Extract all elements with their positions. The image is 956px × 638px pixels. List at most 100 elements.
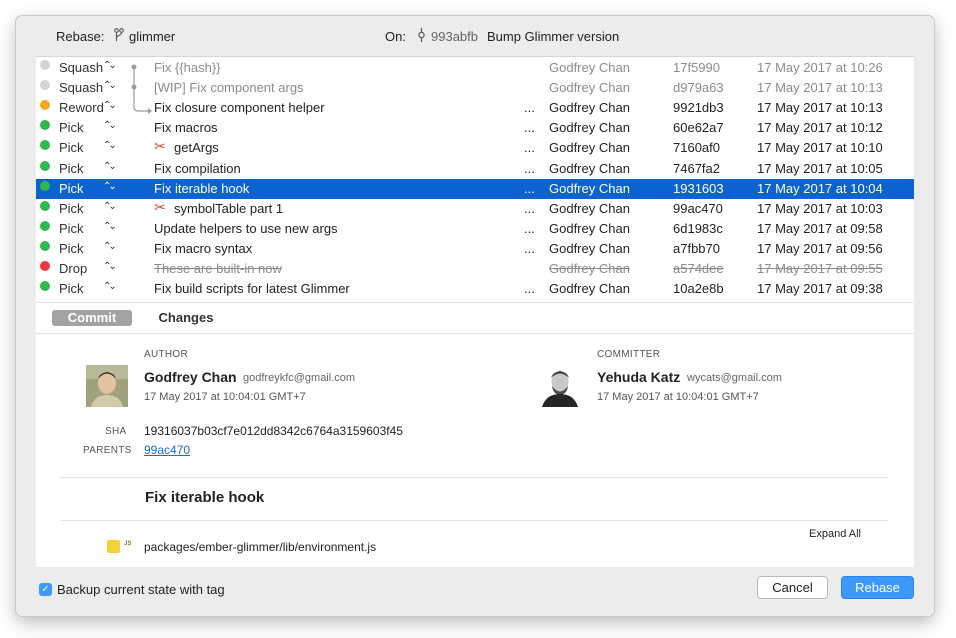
commit-row[interactable]: Reword ⌃⌄ Fix closure component helper... G…	[36, 98, 914, 118]
commit-date: 17 May 2017 at 10:26	[757, 60, 883, 75]
commit-date: 17 May 2017 at 10:10	[757, 140, 883, 156]
chevron-updown-icon[interactable]: ⌃⌄	[103, 140, 117, 151]
action-select[interactable]: Pick	[59, 241, 84, 256]
sha-value: 19316037b03cf7e012dd8342c6764a3159603f45	[144, 424, 403, 438]
chevron-updown-icon[interactable]: ⌃⌄	[103, 201, 117, 212]
commit-hash: a7fbb70	[673, 240, 720, 256]
commit-author: Godfrey Chan	[549, 220, 630, 236]
on-message: Bump Glimmer version	[487, 29, 620, 44]
commit-message[interactable]: Fix closure component helper	[154, 100, 325, 115]
more-button[interactable]: ...	[524, 161, 535, 176]
committer-name: Yehuda Katz	[597, 369, 681, 385]
commit-row[interactable]: Pick ⌃⌄ Fix compilation... Godfrey Chan 7467…	[36, 159, 914, 179]
commit-author: Godfrey Chan	[549, 60, 630, 75]
commit-message[interactable]: These are built-in now	[154, 261, 282, 276]
chevron-updown-icon[interactable]: ⌃⌄	[103, 161, 117, 172]
commit-hash: 99ac470	[673, 200, 723, 216]
more-button[interactable]: ...	[524, 181, 535, 196]
commit-message[interactable]: Fix compilation	[154, 161, 241, 176]
commit-row[interactable]: Pick ⌃⌄ ✂ getArgs... Godfrey Chan 7160af0 17 M…	[36, 138, 914, 158]
action-select[interactable]: Pick	[59, 120, 84, 135]
commit-author: Godfrey Chan	[549, 120, 630, 136]
branch-name: glimmer	[129, 29, 176, 44]
committer-label: COMMITTER	[597, 349, 661, 360]
action-select[interactable]: Pick	[59, 140, 84, 155]
commit-author: Godfrey Chan	[549, 200, 630, 216]
commit-message[interactable]: Fix build scripts for latest Glimmer	[154, 281, 350, 296]
more-button[interactable]: ...	[524, 241, 535, 256]
commit-date: 17 May 2017 at 10:04	[757, 180, 883, 196]
commit-date: 17 May 2017 at 09:38	[757, 281, 883, 297]
more-button[interactable]: ...	[524, 100, 535, 115]
on-hash: 993abfb	[431, 29, 478, 44]
action-select[interactable]: Pick	[59, 221, 84, 236]
commit-row[interactable]: Squash ⌃⌄ Fix {{hash}} Godfrey Chan 17f5990 1…	[36, 58, 914, 78]
status-dot	[40, 160, 50, 171]
commit-date: 17 May 2017 at 09:55	[757, 261, 883, 276]
commit-message[interactable]: Fix macro syntax	[154, 241, 252, 256]
status-dot	[40, 281, 50, 292]
commit-row-selected[interactable]: Pick ⌃⌄ Fix iterable hook... Godfrey Chan 19…	[36, 178, 914, 199]
backup-checkbox[interactable]: ✓	[39, 583, 52, 596]
commit-message[interactable]: symbolTable part 1	[174, 201, 283, 216]
chevron-updown-icon[interactable]: ⌃⌄	[103, 241, 117, 252]
commit-row[interactable]: Pick ⌃⌄ Fix build scripts for latest Glimm…	[36, 279, 914, 299]
action-select[interactable]: Pick	[59, 281, 84, 296]
scissors-icon[interactable]: ✂	[154, 138, 166, 155]
on-label: On:	[385, 29, 406, 44]
author-date: 17 May 2017 at 10:04:01 GMT+7	[144, 391, 306, 403]
commit-row[interactable]: Pick ⌃⌄ Fix macros... Godfrey Chan 60e62a7 17…	[36, 118, 914, 138]
chevron-updown-icon[interactable]: ⌃⌄	[103, 281, 117, 292]
more-button[interactable]: ...	[524, 140, 535, 155]
commit-hash: 7467fa2	[673, 160, 720, 176]
commit-author: Godfrey Chan	[549, 160, 630, 176]
more-button[interactable]: ...	[524, 281, 535, 296]
parents-label: PARENTS	[83, 445, 132, 456]
commit-hash: 17f5990	[673, 60, 720, 75]
commit-author: Godfrey Chan	[549, 100, 630, 116]
committer-avatar	[539, 365, 581, 407]
commit-date: 17 May 2017 at 10:13	[757, 100, 883, 116]
commit-row[interactable]: Pick ⌃⌄ Fix macro syntax... Godfrey Chan a7f…	[36, 239, 914, 259]
more-button[interactable]: ...	[524, 120, 535, 135]
commit-row[interactable]: Drop ⌃⌄ These are built-in now Godfrey Chan…	[36, 259, 914, 279]
action-select[interactable]: Drop	[59, 261, 87, 276]
file-path[interactable]: packages/ember-glimmer/lib/environment.j…	[144, 540, 376, 554]
commit-row[interactable]: Pick ⌃⌄ ✂ symbolTable part 1... Godfrey Chan…	[36, 199, 914, 219]
commit-row[interactable]: Squash ⌃⌄ [WIP] Fix component args Godfrey …	[36, 78, 914, 98]
sha-label: SHA	[105, 426, 127, 437]
parent-link[interactable]: 99ac470	[144, 443, 190, 457]
more-button[interactable]: ...	[524, 201, 535, 216]
chevron-updown-icon[interactable]: ⌃⌄	[103, 261, 117, 272]
chevron-updown-icon[interactable]: ⌃⌄	[103, 120, 117, 131]
tab-changes[interactable]: Changes	[144, 310, 228, 326]
action-select[interactable]: Pick	[59, 181, 84, 196]
commit-message[interactable]: Fix macros	[154, 120, 218, 135]
commit-message[interactable]: getArgs	[174, 140, 219, 155]
status-dot	[40, 240, 50, 251]
chevron-updown-icon[interactable]: ⌃⌄	[103, 221, 117, 232]
commit-message[interactable]: Fix {{hash}}	[154, 60, 221, 75]
committer-email: wycats@gmail.com	[687, 372, 782, 384]
more-button[interactable]: ...	[524, 221, 535, 236]
rebase-label: Rebase:	[56, 29, 105, 44]
cancel-button[interactable]: Cancel	[757, 576, 828, 599]
backup-label: Backup current state with tag	[57, 582, 225, 597]
commit-message[interactable]: Update helpers to use new args	[154, 221, 338, 236]
commit-message[interactable]: Fix iterable hook	[154, 181, 249, 196]
action-select[interactable]: Pick	[59, 161, 84, 176]
expand-all-button[interactable]: Expand All	[809, 528, 861, 540]
commit-hash: 60e62a7	[673, 120, 724, 136]
commit-author: Godfrey Chan	[549, 261, 630, 276]
commit-row[interactable]: Pick ⌃⌄ Update helpers to use new args... G…	[36, 219, 914, 239]
commit-message[interactable]: [WIP] Fix component args	[154, 80, 304, 95]
chevron-updown-icon[interactable]: ⌃⌄	[103, 181, 117, 192]
author-avatar	[86, 365, 128, 407]
commit-date: 17 May 2017 at 10:03	[757, 200, 883, 216]
scissors-icon[interactable]: ✂	[154, 199, 166, 216]
rebase-button[interactable]: Rebase	[841, 576, 914, 599]
commit-author: Godfrey Chan	[549, 180, 630, 196]
tab-commit[interactable]: Commit	[52, 310, 132, 326]
action-select[interactable]: Pick	[59, 201, 84, 216]
commit-author: Godfrey Chan	[549, 240, 630, 256]
